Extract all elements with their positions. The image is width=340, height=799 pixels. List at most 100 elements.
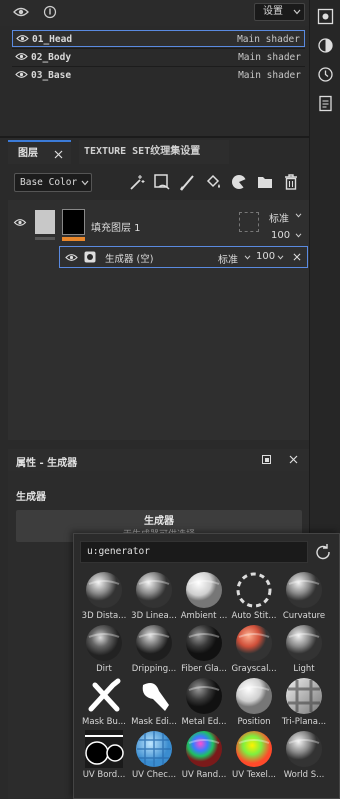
- generator-item[interactable]: Ambient ...: [179, 569, 229, 622]
- generator-item[interactable]: UV Chec...: [129, 728, 179, 781]
- opacity-value[interactable]: 100: [271, 230, 290, 241]
- generator-item-label: Dripping...: [131, 664, 177, 674]
- display-settings-icon[interactable]: [317, 37, 334, 54]
- generator-item[interactable]: Metal Ed...: [179, 675, 229, 728]
- generator-item-label: Dirt: [96, 664, 112, 674]
- undock-icon[interactable]: [262, 455, 271, 464]
- add-paint-layer-icon[interactable]: [179, 173, 197, 191]
- layer-thumbnail[interactable]: [35, 210, 55, 234]
- add-mask-icon[interactable]: [153, 173, 171, 191]
- generator-picker-popup: u:generator 3D Dista... 3D Linea... Ambi…: [73, 533, 340, 799]
- eye-refresh-icon[interactable]: [12, 5, 30, 19]
- texture-set-settings-icon[interactable]: [317, 8, 334, 25]
- tab-layers[interactable]: 图层: [8, 140, 71, 164]
- mask-thumbnail[interactable]: [62, 209, 85, 235]
- generator-thumbnail: [186, 678, 222, 714]
- channel-dropdown[interactable]: Base Color: [14, 173, 92, 192]
- eye-icon[interactable]: [15, 70, 28, 79]
- generator-item[interactable]: Mask Edi...: [129, 675, 179, 728]
- generator-box-title: 生成器: [144, 516, 174, 527]
- close-icon[interactable]: [289, 455, 298, 464]
- section-title: 生成器: [16, 492, 46, 503]
- generator-item-label: Ambient ...: [180, 611, 228, 621]
- generator-item[interactable]: Tri-Plana...: [279, 675, 329, 728]
- eye-icon[interactable]: [65, 253, 78, 262]
- refresh-icon[interactable]: [312, 541, 334, 563]
- generator-thumbnail: [85, 730, 124, 768]
- generator-item-label: Mask Bu...: [82, 717, 126, 727]
- layer-stack: 填充图层 1 标准 100 生成器 (空) 标准 100: [8, 200, 309, 440]
- info-icon[interactable]: [43, 5, 57, 19]
- generator-item[interactable]: 3D Dista...: [79, 569, 129, 622]
- generator-item-label: Mask Edi...: [131, 717, 177, 727]
- texture-set-shader: Main shader: [238, 52, 301, 63]
- generator-icon: [84, 251, 96, 263]
- add-folder-icon[interactable]: [256, 173, 274, 191]
- search-input[interactable]: u:generator: [80, 541, 308, 563]
- add-fill-layer-icon[interactable]: [204, 173, 222, 191]
- generator-thumbnail: [236, 625, 272, 661]
- opacity-value[interactable]: 100: [256, 251, 275, 262]
- generator-item[interactable]: Curvature: [279, 569, 329, 622]
- generator-item-label: UV Texel...: [231, 770, 277, 780]
- generator-item[interactable]: 3D Linea...: [129, 569, 179, 622]
- generator-item[interactable]: Dripping...: [129, 622, 179, 675]
- generator-item-label: Light: [293, 664, 315, 674]
- panel-tabs: 图层 TEXTURE SET纹理集设置: [8, 140, 309, 164]
- generator-item-label: 3D Dista...: [81, 611, 127, 621]
- texture-set-name: 01_Head: [32, 34, 73, 45]
- blend-mode[interactable]: 标准: [269, 210, 289, 225]
- generator-thumbnail: [286, 731, 322, 767]
- generator-item[interactable]: Light: [279, 622, 329, 675]
- texture-set-row[interactable]: 01_Head Main shader: [12, 30, 305, 47]
- generator-item[interactable]: Mask Bu...: [79, 675, 129, 728]
- tab-layers-label: 图层: [18, 148, 38, 159]
- generator-item[interactable]: Auto Stit...: [229, 569, 279, 622]
- close-icon[interactable]: [54, 150, 63, 159]
- eye-icon[interactable]: [16, 34, 29, 43]
- texture-set-row[interactable]: 03_Base Main shader: [12, 67, 305, 84]
- generator-item[interactable]: UV Rand...: [179, 728, 229, 781]
- eye-icon[interactable]: [13, 218, 27, 227]
- chevron-down-icon: [295, 213, 302, 218]
- divider: [0, 136, 309, 138]
- texture-set-row[interactable]: 02_Body Main shader: [12, 49, 305, 66]
- add-smart-material-icon[interactable]: [230, 173, 248, 191]
- generator-thumbnail: [142, 683, 169, 711]
- delete-icon[interactable]: [282, 173, 300, 191]
- add-effect-icon[interactable]: [128, 173, 146, 191]
- generator-item-label: Tri-Plana...: [281, 717, 327, 727]
- opacity-bar: [62, 237, 85, 241]
- generator-item-label: UV Chec...: [131, 770, 177, 780]
- generator-item[interactable]: Position: [229, 675, 279, 728]
- generator-thumbnail: [88, 678, 121, 712]
- log-icon[interactable]: [317, 95, 334, 112]
- blend-mode[interactable]: 标准: [218, 251, 238, 266]
- generator-item[interactable]: Grayscal...: [229, 622, 279, 675]
- generator-item-label: UV Bord...: [82, 770, 126, 780]
- layer-name: 填充图层 1: [91, 223, 141, 234]
- generator-thumbnail: [136, 572, 172, 608]
- eye-icon[interactable]: [15, 52, 28, 61]
- generator-item[interactable]: Dirt: [79, 622, 129, 675]
- chevron-down-icon: [295, 233, 302, 238]
- top-bar: 设置: [0, 0, 309, 26]
- generator-item[interactable]: UV Texel...: [229, 728, 279, 781]
- generator-name: 生成器 (空): [105, 254, 154, 265]
- fill-layer-row[interactable]: 填充图层 1 标准 100: [8, 202, 309, 246]
- generator-row[interactable]: 生成器 (空) 标准 100: [59, 246, 308, 268]
- generator-item[interactable]: World S...: [279, 728, 329, 781]
- properties-title: 属性 - 生成器: [16, 458, 78, 469]
- generator-item-label: Auto Stit...: [231, 611, 277, 621]
- generator-item[interactable]: Fiber Gla...: [179, 622, 229, 675]
- thumbnail-bar: [35, 237, 55, 240]
- close-icon[interactable]: [293, 253, 301, 261]
- tab-texture-set-settings[interactable]: TEXTURE SET纹理集设置: [79, 140, 229, 164]
- history-icon[interactable]: [317, 66, 334, 83]
- settings-dropdown[interactable]: 设置: [254, 3, 305, 21]
- generator-thumbnail: [186, 731, 222, 767]
- generator-thumbnail: [286, 572, 322, 608]
- channel-label: Base Color: [20, 177, 78, 188]
- generator-item[interactable]: UV Bord...: [79, 728, 129, 781]
- generator-item-label: Grayscal...: [231, 664, 277, 674]
